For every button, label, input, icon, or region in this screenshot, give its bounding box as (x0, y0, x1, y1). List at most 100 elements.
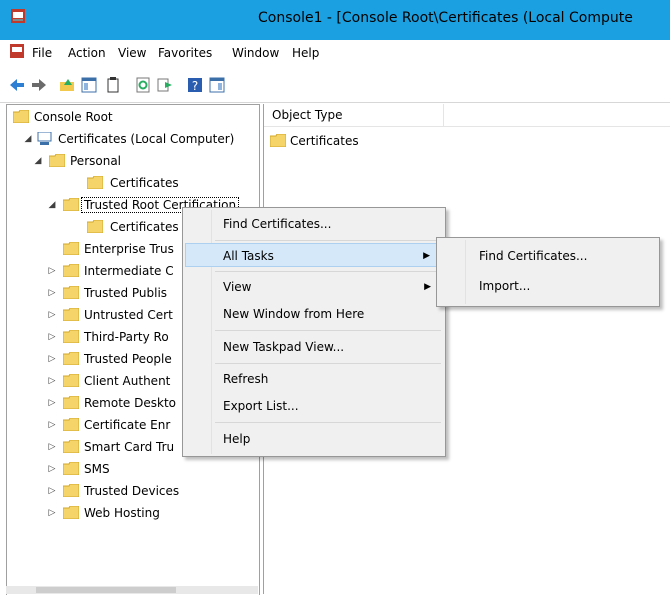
expanded-arrow-icon[interactable]: ◢ (47, 195, 57, 215)
tree-item-trusted-publishers[interactable]: ▷ Trusted Publis (47, 283, 170, 303)
tree-item-label: Trusted Devices (84, 484, 180, 498)
forward-icon[interactable] (30, 76, 48, 94)
tree-item-label: Trusted Publis (84, 286, 168, 300)
folder-icon (63, 264, 79, 277)
submenu-arrow-icon: ▶ (424, 282, 431, 292)
collapsed-arrow-icon[interactable]: ▷ (47, 371, 57, 391)
menu-action[interactable]: Action (68, 46, 106, 60)
tree-item-personal-certificates[interactable]: Certificates (87, 173, 182, 193)
collapsed-arrow-icon[interactable]: ▷ (47, 327, 57, 347)
menu-separator (215, 271, 441, 272)
up-folder-icon[interactable] (58, 76, 76, 94)
tree-item-enterprise-trust[interactable]: Enterprise Trus (47, 239, 177, 259)
tree-item-personal[interactable]: ◢ Personal (33, 151, 124, 171)
menu-item-label: Help (223, 432, 251, 446)
folder-icon (63, 462, 79, 475)
folder-icon (63, 242, 79, 255)
menu-item-label: Export List... (223, 399, 299, 413)
system-menu-icon[interactable] (10, 44, 24, 58)
show-hide-tree-icon[interactable] (80, 76, 98, 94)
menu-item-refresh[interactable]: Refresh (185, 367, 443, 391)
tree-item-label: SMS (84, 462, 110, 476)
list-item[interactable]: Certificates (270, 132, 359, 150)
menu-item-new-window[interactable]: New Window from Here (185, 302, 443, 326)
menu-item-help[interactable]: Help (185, 427, 443, 451)
menu-file[interactable]: File (32, 46, 52, 60)
tree-item-label: Trusted People (84, 352, 172, 366)
menu-bar: File Action View Favorites Window Help (0, 40, 670, 66)
tree-item-smart-card[interactable]: ▷ Smart Card Tru (47, 437, 177, 457)
tree-item-label: Enterprise Trus (84, 242, 174, 256)
tree-item-label: Certificate Enr (84, 418, 171, 432)
tree-item-untrusted[interactable]: ▷ Untrusted Cert (47, 305, 176, 325)
folder-icon (63, 418, 79, 431)
collapsed-arrow-icon[interactable]: ▷ (47, 503, 57, 523)
collapsed-arrow-icon[interactable]: ▷ (47, 305, 57, 325)
menu-item-label: New Window from Here (223, 307, 365, 321)
show-hide-action-pane-icon[interactable] (208, 76, 226, 94)
folder-icon (63, 440, 79, 453)
folder-icon (49, 154, 65, 167)
export-list-icon[interactable] (156, 76, 174, 94)
menu-item-label: Find Certificates... (479, 249, 588, 263)
submenu-item-find-certificates[interactable]: Find Certificates... (439, 244, 657, 268)
menu-item-find-certificates[interactable]: Find Certificates... (185, 212, 443, 236)
tree-item-trusted-root-certificates[interactable]: Certificates (87, 217, 182, 237)
mmc-icon[interactable] (10, 8, 26, 24)
scrollbar-thumb[interactable] (36, 587, 176, 593)
folder-icon (270, 134, 286, 147)
menu-item-label: New Taskpad View... (223, 340, 345, 354)
back-icon[interactable] (8, 76, 26, 94)
tree-item-trusted-devices[interactable]: ▷ Trusted Devices (47, 481, 182, 501)
refresh-icon[interactable] (134, 76, 152, 94)
collapsed-arrow-icon[interactable]: ▷ (47, 481, 57, 501)
collapsed-arrow-icon[interactable]: ▷ (47, 283, 57, 303)
tree-item-certificate-enrollment[interactable]: ▷ Certificate Enr (47, 415, 173, 435)
folder-icon (63, 286, 79, 299)
collapsed-arrow-icon[interactable]: ▷ (47, 261, 57, 281)
menu-item-view[interactable]: View ▶ (185, 275, 443, 299)
tree-item-console-root[interactable]: Console Root (13, 107, 116, 127)
menu-separator (215, 422, 441, 423)
menu-window[interactable]: Window (232, 46, 279, 60)
collapsed-arrow-icon[interactable]: ▷ (47, 437, 57, 457)
expanded-arrow-icon[interactable]: ◢ (23, 129, 33, 149)
tree-item-certificates-local-computer[interactable]: ◢ Certificates (Local Computer) (23, 129, 237, 149)
menu-item-all-tasks[interactable]: All Tasks ▶ (185, 243, 443, 267)
column-separator[interactable] (443, 104, 444, 126)
svg-text:?: ? (192, 79, 198, 93)
submenu-item-import[interactable]: Import... (439, 274, 657, 298)
menu-item-new-taskpad-view[interactable]: New Taskpad View... (185, 335, 443, 359)
folder-icon (63, 352, 79, 365)
list-item-label: Certificates (290, 134, 359, 148)
tree-item-client-authentication[interactable]: ▷ Client Authent (47, 371, 173, 391)
menu-view[interactable]: View (118, 46, 146, 60)
tree-item-trusted-people[interactable]: ▷ Trusted People (47, 349, 175, 369)
collapsed-arrow-icon[interactable]: ▷ (47, 459, 57, 479)
folder-icon (87, 220, 103, 233)
menu-favorites[interactable]: Favorites (158, 46, 212, 60)
tree-item-intermediate[interactable]: ▷ Intermediate C (47, 261, 177, 281)
title-bar: Console1 - [Console Root\Certificates (L… (0, 0, 670, 40)
column-header[interactable]: Object Type (264, 104, 670, 127)
tree-item-remote-desktop[interactable]: ▷ Remote Deskto (47, 393, 179, 413)
collapsed-arrow-icon[interactable]: ▷ (47, 393, 57, 413)
menu-item-label: All Tasks (223, 249, 274, 263)
tree-item-label: Certificates (Local Computer) (58, 132, 235, 146)
help-icon[interactable]: ? (186, 76, 204, 94)
collapsed-arrow-icon[interactable]: ▷ (47, 415, 57, 435)
tree-item-sms[interactable]: ▷ SMS (47, 459, 113, 479)
column-header-object-type[interactable]: Object Type (272, 108, 342, 122)
tree-item-web-hosting[interactable]: ▷ Web Hosting (47, 503, 163, 523)
tree-horizontal-scrollbar[interactable] (6, 586, 258, 594)
tree-item-label: Web Hosting (84, 506, 160, 520)
collapsed-arrow-icon[interactable]: ▷ (47, 349, 57, 369)
menu-item-label: Find Certificates... (223, 217, 332, 231)
submenu-arrow-icon: ▶ (423, 251, 430, 261)
tree-item-third-party-root[interactable]: ▷ Third-Party Ro (47, 327, 172, 347)
expanded-arrow-icon[interactable]: ◢ (33, 151, 43, 171)
properties-icon[interactable] (104, 76, 122, 94)
tree-item-label: Smart Card Tru (84, 440, 175, 454)
menu-help[interactable]: Help (292, 46, 319, 60)
menu-item-export-list[interactable]: Export List... (185, 394, 443, 418)
